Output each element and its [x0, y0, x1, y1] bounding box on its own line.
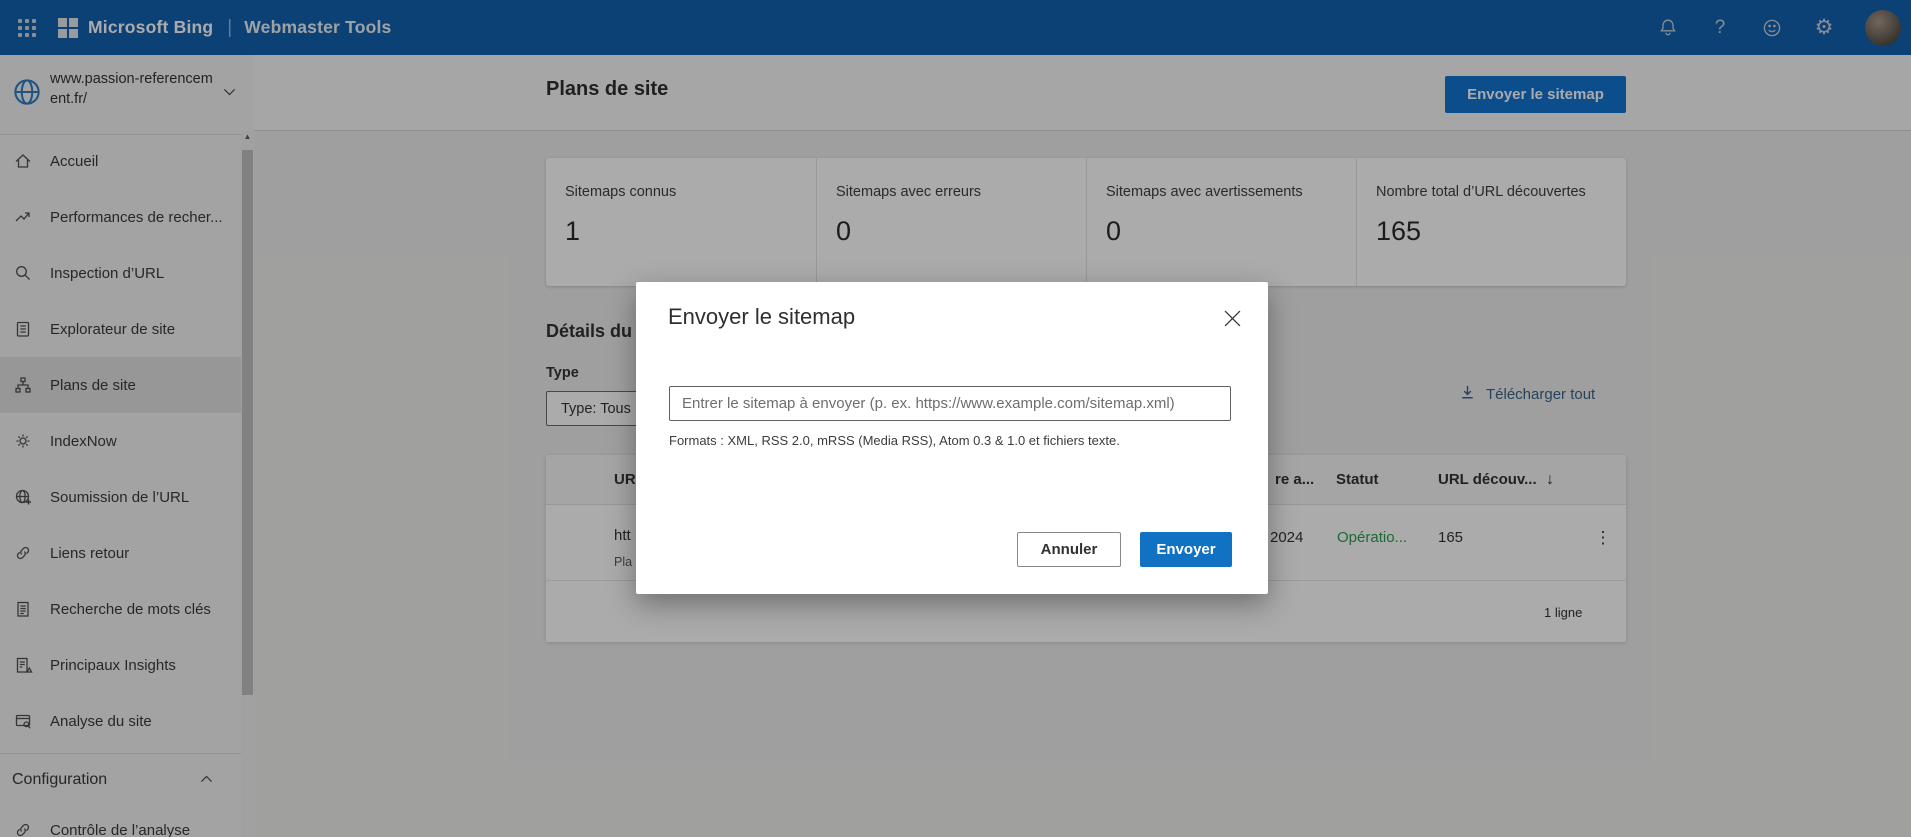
- formats-note: Formats : XML, RSS 2.0, mRSS (Media RSS)…: [669, 433, 1120, 448]
- modal-buttons: Annuler Envoyer: [1017, 532, 1232, 567]
- submit-sitemap-modal: Envoyer le sitemap Formats : XML, RSS 2.…: [636, 282, 1268, 594]
- modal-submit-button[interactable]: Envoyer: [1140, 532, 1232, 567]
- sitemap-url-input[interactable]: [669, 386, 1231, 421]
- modal-title: Envoyer le sitemap: [668, 304, 856, 329]
- cancel-button[interactable]: Annuler: [1017, 532, 1121, 567]
- close-icon[interactable]: [1220, 306, 1244, 330]
- bing-webmaster-tools-app: Microsoft Bing | Webmaster Tools ? ⚙ www…: [0, 0, 1911, 837]
